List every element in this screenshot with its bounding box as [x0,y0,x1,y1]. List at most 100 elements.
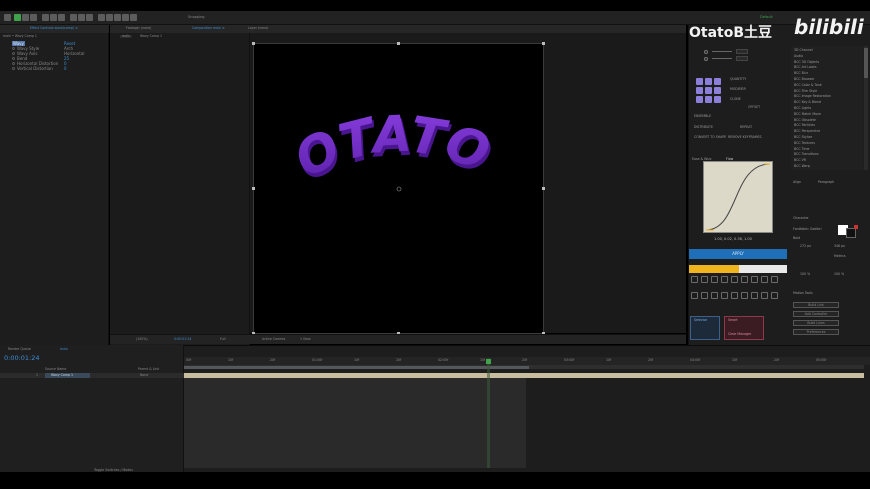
pan-behind-tool-icon[interactable] [58,14,65,21]
eraser-icon[interactable] [114,14,121,21]
brush-tool-icon[interactable] [98,14,105,21]
timeline-layer-row[interactable]: 1 None [0,373,184,378]
comp-main-pill[interactable]: main [120,34,132,39]
paragraph-tab[interactable]: Paragraph [818,180,834,184]
grid-cell[interactable] [696,78,703,85]
leading-field[interactable]: 346 px [834,244,845,248]
ease-preset-icon[interactable] [741,292,748,299]
slider-field[interactable] [736,56,748,61]
font-family-dropdown[interactable]: Fontfabric Gadibri [793,227,822,231]
stopwatch-icon[interactable] [12,62,15,65]
effect-category-item[interactable]: BCC Lights [794,106,811,110]
effect-category-item[interactable]: BCC Blur [794,71,808,75]
ease-preset-icon[interactable] [711,276,718,283]
effect-category-item[interactable]: BCC Transitions [794,153,819,156]
camera-dropdown[interactable]: Active Camera [262,337,285,341]
render-queue-tab[interactable]: Render Queue [8,347,31,351]
rectangle-tool-icon[interactable] [70,14,77,21]
composition-canvas[interactable]: OTATOB OTATOB [252,42,545,335]
grid-cell[interactable] [705,78,712,85]
wavy-text-layer[interactable]: OTATOB OTATOB [254,44,545,335]
stopwatch-icon[interactable] [12,47,15,50]
clone-stamp-icon[interactable] [106,14,113,21]
viewer-timecode[interactable]: 0:00:01:24 [174,337,191,341]
roto-brush-icon[interactable] [122,14,129,21]
ease-preset-icon[interactable] [771,292,778,299]
zoom-tool-icon[interactable] [30,14,37,21]
character-tab[interactable]: Character [793,216,809,220]
flow-label-remove-keys[interactable]: REMOVE KEYFRAMES [728,135,762,139]
effect-category-item[interactable]: BCC Perspective [794,129,820,133]
flow-label-distribute[interactable]: DISTRIBUTE [694,125,713,129]
effect-category-item[interactable]: BCC Art Looks [794,66,816,69]
quality-dropdown[interactable]: Full [220,337,225,341]
flow-label-convert[interactable]: CONVERT TO SHAPE [694,135,726,139]
ease-preset-icon[interactable] [721,276,728,283]
effect-category-item[interactable]: BCC Image Restoration [794,95,831,98]
effect-category-item[interactable]: Audio [794,54,803,58]
effect-category-item[interactable]: BCC 3D Objects [794,60,819,64]
workspace-default[interactable]: Default [760,15,773,20]
effect-category-item[interactable]: BCC Color & Tone [794,83,822,87]
parent-link-column[interactable]: Parent & Link [138,367,159,371]
snapping-label[interactable]: Snapping [188,15,204,20]
ease-preset-icon[interactable] [691,292,698,299]
flow-label-repeat[interactable]: REPEAT [740,125,752,129]
grid-cell[interactable] [696,96,703,103]
effect-category-item[interactable]: BCC Particles [794,124,815,127]
layer-tab[interactable]: Layer (none) [248,26,268,30]
layer-name[interactable]: Wavy Comp 1 [45,373,90,378]
type-tool-icon[interactable] [86,14,93,21]
zoom-dropdown[interactable]: (100%) [136,337,148,341]
slider-track[interactable] [712,51,732,52]
stopwatch-icon[interactable] [12,57,15,60]
effect-row-vertical-distortion[interactable]: Vertical Distortion 0 [4,66,106,71]
horizontal-scale-field[interactable]: 100 % [834,272,844,276]
ease-preset-icon[interactable] [761,276,768,283]
effect-category-item[interactable]: BCC Obsolete [794,118,816,122]
ease-preset-icon[interactable] [751,276,758,283]
ease-preset-icon[interactable] [771,276,778,283]
hand-tool-icon[interactable] [22,14,29,21]
build-link-button[interactable]: Build Link [793,302,839,308]
playhead[interactable] [487,358,490,468]
preset-white-bar[interactable] [739,265,787,273]
grid-cell[interactable] [714,78,721,85]
stopwatch-icon[interactable] [12,67,15,70]
effect-category-item[interactable]: BCC Warp [794,164,810,168]
stroke-color-swatch[interactable] [846,228,856,238]
add-controller-button[interactable]: Add Controller [793,311,839,317]
grid-cell[interactable] [705,96,712,103]
preferences-button[interactable]: Preferences [793,329,839,335]
home-icon[interactable] [4,14,11,21]
grid-cell[interactable] [696,87,703,94]
effect-category-item[interactable]: BCC Match Move [794,112,821,116]
effect-category-item[interactable]: BCC Film Style [794,89,817,93]
effect-category-item[interactable]: BCC Time [794,147,809,151]
ease-preset-icon[interactable] [721,292,728,299]
motion-tools-tab[interactable]: Motion Tools [793,291,813,295]
ease-preset-icon[interactable] [731,276,738,283]
no-color-icon[interactable] [854,225,858,229]
slider-knob[interactable] [704,50,708,54]
font-size-field[interactable]: 272 px [800,244,811,248]
slider-track[interactable] [712,58,732,59]
source-name-column[interactable]: Source Name [45,367,66,371]
stopwatch-icon[interactable] [12,52,15,55]
views-dropdown[interactable]: 1 View [300,337,311,341]
effect-category-item[interactable]: 3D Channel [794,48,813,52]
selector-box[interactable]: Selector [690,316,720,340]
effects-scroll-thumb[interactable] [864,48,868,78]
apply-button[interactable]: APPLY [689,249,787,259]
timeline-timecode[interactable]: 0:00:01:24 [4,355,40,362]
curve-values-field[interactable]: 1.00, 0.02, 0.36, 1.00 [714,237,752,242]
effect-category-item[interactable]: BCC Stylize [794,135,812,139]
flow-label-ensemble[interactable]: ENSEMBLE [694,114,711,118]
effect-category-item[interactable]: BCC Textures [794,141,815,145]
grid-cell[interactable] [714,87,721,94]
ease-preset-icon[interactable] [731,292,738,299]
pen-tool-icon[interactable] [78,14,85,21]
puppet-pin-icon[interactable] [130,14,137,21]
ease-preset-icon[interactable] [701,276,708,283]
effect-controls-tab[interactable]: Effect Controls wave(comp) ≡ [30,26,78,30]
